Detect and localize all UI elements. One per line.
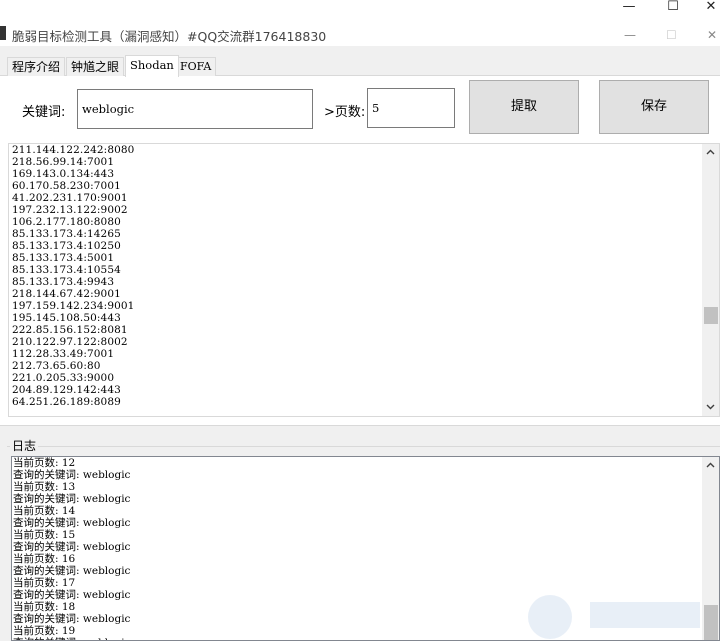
minimize-icon[interactable]: — xyxy=(606,0,652,18)
result-line: 169.143.0.134:443 xyxy=(12,168,115,180)
result-line: 222.85.156.152:8081 xyxy=(12,324,128,336)
log-title: 日志 xyxy=(10,437,39,454)
log-line: 查询的关键词: weblogic xyxy=(13,469,131,481)
result-line: 197.232.13.122:9002 xyxy=(12,204,128,216)
log-line: 查询的关键词: weblogic xyxy=(13,613,131,625)
chevron-up-icon[interactable] xyxy=(702,144,719,161)
close-icon[interactable]: ✕ xyxy=(696,0,720,18)
result-line: 85.133.173.4:10250 xyxy=(12,240,121,252)
results-list: 211.144.122.242:8080 218.56.99.14:7001 169… xyxy=(12,144,134,408)
log-line: 当前页数: 14 xyxy=(13,505,76,517)
tab-strip: 程序介绍 钟馗之眼 Shodan FOFA xyxy=(0,46,720,77)
result-line: 221.0.205.33:9000 xyxy=(12,372,115,384)
watermark-logo xyxy=(528,595,700,639)
result-line: 60.170.58.230:7001 xyxy=(12,180,121,192)
log-line: 当前页数: 19 xyxy=(13,625,76,637)
log-line: 查询的关键词: weblogic xyxy=(13,541,131,553)
shodan-panel: 关键词: weblogic >页数: 5 提取 保存 211.144.122.2… xyxy=(0,76,720,426)
result-line: 85.133.173.4:10554 xyxy=(12,264,121,276)
result-line: 112.28.33.49:7001 xyxy=(12,348,115,360)
result-line: 64.251.26.189:8089 xyxy=(12,396,121,408)
result-line: 218.144.67.42:9001 xyxy=(12,288,121,300)
log-line: 查询的关键词: weblogic xyxy=(13,589,131,601)
log-line: 查询的关键词: weblogic xyxy=(13,493,131,505)
window-title: 脆弱目标检测工具（漏洞感知）#QQ交流群176418830 xyxy=(12,29,327,44)
inner-close-icon[interactable]: ✕ xyxy=(707,28,717,42)
keyword-input[interactable]: weblogic xyxy=(77,89,313,129)
inner-minimize-icon[interactable]: — xyxy=(624,28,636,42)
log-line: 当前页数: 17 xyxy=(13,577,76,589)
log-line: 当前页数: 16 xyxy=(13,553,76,565)
log-line: 查询的关键词: weblogic xyxy=(13,565,131,577)
title-bar: ▉ 脆弱目标检测工具（漏洞感知）#QQ交流群176418830 — ☐ ✕ — … xyxy=(0,0,720,46)
result-line: 85.133.173.4:14265 xyxy=(12,228,121,240)
tab-intro[interactable]: 程序介绍 xyxy=(7,57,66,77)
chevron-up-icon[interactable] xyxy=(702,457,719,474)
log-line: 查询的关键词: weblogic xyxy=(13,637,130,640)
log-line: 当前页数: 18 xyxy=(13,601,76,613)
result-line: 212.73.65.60:80 xyxy=(12,360,101,372)
results-scrollbar[interactable] xyxy=(702,144,719,416)
inner-maximize-icon[interactable]: ☐ xyxy=(666,28,677,42)
log-line: 当前页数: 12 xyxy=(13,457,76,469)
result-line: 106.2.177.180:8080 xyxy=(12,216,121,228)
result-line: 85.133.173.4:5001 xyxy=(12,252,115,264)
log-line: 当前页数: 15 xyxy=(13,529,76,541)
result-line: 197.159.142.234:9001 xyxy=(12,300,135,312)
result-line: 195.145.108.50:443 xyxy=(12,312,121,324)
maximize-icon[interactable]: ☐ xyxy=(650,0,696,18)
result-line: 204.89.129.142:443 xyxy=(12,384,121,396)
tab-shodan[interactable]: Shodan xyxy=(125,55,179,77)
tab-fofa[interactable]: FOFA xyxy=(175,57,217,77)
results-textarea[interactable]: 211.144.122.242:8080 218.56.99.14:7001 169… xyxy=(8,143,720,417)
tab-zoomeye[interactable]: 钟馗之眼 xyxy=(66,57,125,77)
result-line: 210.122.97.122:8002 xyxy=(12,336,128,348)
result-line: 41.202.231.170:9001 xyxy=(12,192,128,204)
result-line: 218.56.99.14:7001 xyxy=(12,156,115,168)
keyword-label: 关键词: xyxy=(22,105,66,120)
app-icon: ▉ xyxy=(0,26,6,40)
results-scroll-thumb[interactable] xyxy=(704,307,718,324)
pages-label: >页数: xyxy=(324,105,366,120)
fetch-button[interactable]: 提取 xyxy=(469,80,579,134)
chevron-down-icon[interactable] xyxy=(702,399,719,416)
result-line: 211.144.122.242:8080 xyxy=(12,144,135,156)
result-line: 85.133.173.4:9943 xyxy=(12,276,115,288)
log-line: 当前页数: 13 xyxy=(13,481,76,493)
log-line: 查询的关键词: weblogic xyxy=(13,517,131,529)
log-list: 当前页数: 12 查询的关键词: weblogic 当前页数: 13 查询的关键词: … xyxy=(13,457,131,640)
save-button[interactable]: 保存 xyxy=(599,80,709,134)
pages-input[interactable]: 5 xyxy=(367,88,455,128)
